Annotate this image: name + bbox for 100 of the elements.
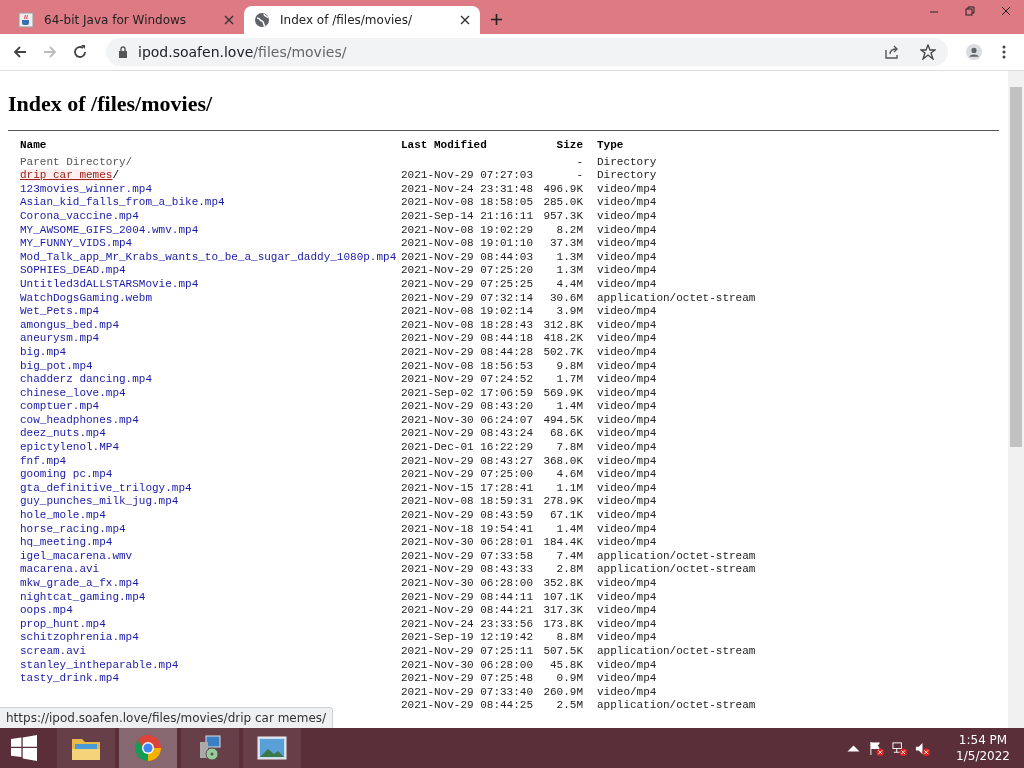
type-cell-text: video/mp4 [597,196,658,210]
windows-logo-icon[interactable] [11,735,37,761]
taskbar-app-button[interactable] [181,728,239,768]
clock-time[interactable]: 1:54 PM [958,732,1008,748]
size-cell-text: 68.6K [549,427,584,442]
type-cell-text: video/mp4 [597,182,658,197]
network-error-icon[interactable] [892,740,908,756]
url-text: ipod.soafen.love/files/movies/ [138,44,348,60]
flag-error-icon[interactable] [869,740,885,756]
size-cell-text: 45.8K [549,658,584,673]
file-link[interactable]: SOPHIES_DEAD.mp4 [20,264,126,277]
file-link[interactable]: aneurysm.mp4 [20,332,100,345]
file-link[interactable]: big.mp4 [20,345,67,358]
taskbar-app-button[interactable] [57,728,115,768]
file-link[interactable]: schitzophrenia.mp4 [20,631,139,644]
file-link[interactable]: scream.avi [20,644,86,657]
type-cell-text: video/mp4 [597,590,658,605]
file-link[interactable]: Asian_kid_falls_from_a_bike.mp4 [20,196,225,209]
file-link[interactable]: MY_AWSOME_GIFS_2004.wmv.mp4 [20,223,199,236]
type-cell-text: video/mp4 [597,209,658,224]
modified-cell-text: 2021-Sep-14 21:16:11 [401,209,535,224]
file-link[interactable]: igel_macarena.wmv [20,549,133,562]
size-cell-text: 1.3M [555,264,584,278]
file-link[interactable]: nightcat_gaming.mp4 [20,590,146,603]
type-cell-text: video/mp4 [597,672,658,686]
file-link[interactable]: big_pot.mp4 [20,359,93,372]
file-link[interactable]: deez_nuts.mp4 [20,427,106,440]
close-icon[interactable] [460,15,470,25]
file-link[interactable]: Wet_Pets.mp4 [20,305,100,318]
size-cell-text: 4.4M [555,277,584,292]
file-link[interactable]: chinese_love.mp4 [20,386,126,399]
file-link[interactable]: tasty_drink.mp4 [20,672,120,685]
file-link[interactable]: hq_meeting.mp4 [20,536,113,549]
file-link[interactable]: cow_headphones.mp4 [20,413,139,426]
taskbar-app-button[interactable] [243,728,301,768]
file-link[interactable]: stanley_intheparable.mp4 [20,658,179,671]
type-cell-text: video/mp4 [597,359,658,374]
modified-cell-text: 2021-Nov-29 08:43:20 [401,400,535,414]
star-icon[interactable] [920,44,936,60]
modified-cell-text: 2021-Nov-30 06:28:01 [401,536,535,550]
file-link[interactable]: fnf.mp4 [20,454,67,467]
file-link[interactable]: chadderz dancing.mp4 [20,373,153,386]
reload-icon[interactable] [72,44,88,60]
size-cell-text: 352.8K [542,577,584,591]
size-cell-text: 502.7K [542,345,584,360]
modified-cell-text: 2021-Sep-02 17:06:59 [401,386,535,401]
modified-cell-text: 2021-Nov-08 19:02:14 [401,305,535,319]
scrollbar-thumb[interactable] [1010,87,1022,447]
file-link[interactable]: Untitled3dALLSTARSMovie.mp4 [20,277,199,290]
size-cell-text: 3.9M [555,305,584,319]
file-link[interactable]: macarena.avi [20,563,100,576]
type-cell-text: video/mp4 [597,509,658,523]
clock-date[interactable]: 1/5/2022 [956,748,1010,764]
file-link[interactable]: amongus_bed.mp4 [20,318,120,331]
type-cell-text: video/mp4 [597,617,658,632]
file-link[interactable]: prop_hunt.mp4 [20,617,106,630]
type-cell-text: video/mp4 [597,495,658,510]
file-link[interactable]: gta_definitive_trilogy.mp4 [20,481,192,494]
modified-cell-text: 2021-Dec-01 16:22:29 [401,441,535,455]
modified-cell-text: 2021-Nov-29 07:25:00 [401,468,535,482]
directory-link[interactable]: drip car memes [20,169,113,182]
browser-tab[interactable]: 64-bit Java for Windows [8,6,244,34]
taskbar-app-button[interactable] [119,728,177,768]
size-cell-text: 9.8M [555,359,584,374]
modified-cell-text: 2021-Nov-29 08:44:28 [401,345,535,360]
file-link[interactable]: WatchDogsGaming.webm [20,291,153,304]
file-link[interactable]: oops.mp4 [20,604,73,617]
file-link[interactable]: MY_FUNNY_VIDS.mp4 [20,237,133,250]
file-link[interactable]: epictylenol.MP4 [20,441,120,454]
speaker-muted-icon[interactable] [915,740,931,756]
type-cell-text: video/mp4 [597,685,658,700]
scrollbar[interactable] [1008,71,1024,728]
type-cell-text: video/mp4 [597,481,658,496]
profile-icon[interactable] [966,44,982,60]
file-link[interactable]: mkw_grade_a_fx.mp4 [20,577,139,589]
size-cell-text: 1.4M [555,522,584,537]
file-link[interactable]: Mod_Talk_app_Mr_Krabs_wants_to_be_a_sugar_daddy_1080p.mp4 [20,250,397,263]
size-cell-text: 496.9K [542,182,584,197]
size-cell-text: 2.8M [555,563,584,577]
modified-cell-text: 2021-Nov-29 07:27:03 [401,169,535,183]
modified-cell-text: 2021-Nov-29 08:44:25 [401,699,535,713]
address-bar[interactable]: ipod.soafen.love/files/movies/ [106,38,948,66]
size-cell-text: - [575,169,584,183]
file-link[interactable]: Corona_vaccine.mp4 [20,209,139,222]
size-cell-text: 494.5K [542,413,584,428]
share-icon[interactable] [884,44,900,60]
modified-cell-text: 2021-Nov-08 18:58:05 [401,196,535,210]
file-link[interactable]: 123movies_winner.mp4 [20,182,153,195]
back-icon[interactable] [12,44,28,60]
file-link[interactable]: comptuer.mp4 [20,400,100,413]
size-cell-text: 1.3M [555,250,584,265]
type-cell-text: video/mp4 [597,332,658,346]
size-cell-text: 285.0K [542,196,584,210]
new-tab-icon[interactable] [490,13,503,26]
file-link[interactable]: horse_racing.mp4 [20,522,126,535]
file-link[interactable]: hole_mole.mp4 [20,509,106,522]
modified-cell-text: 2021-Nov-29 08:44:18 [401,332,535,346]
file-link[interactable]: gooming pc.mp4 [20,468,113,481]
file-link[interactable]: guy_punches_milk_jug.mp4 [20,495,179,508]
browser-tab[interactable]: Index of /files/movies/ [244,6,480,34]
